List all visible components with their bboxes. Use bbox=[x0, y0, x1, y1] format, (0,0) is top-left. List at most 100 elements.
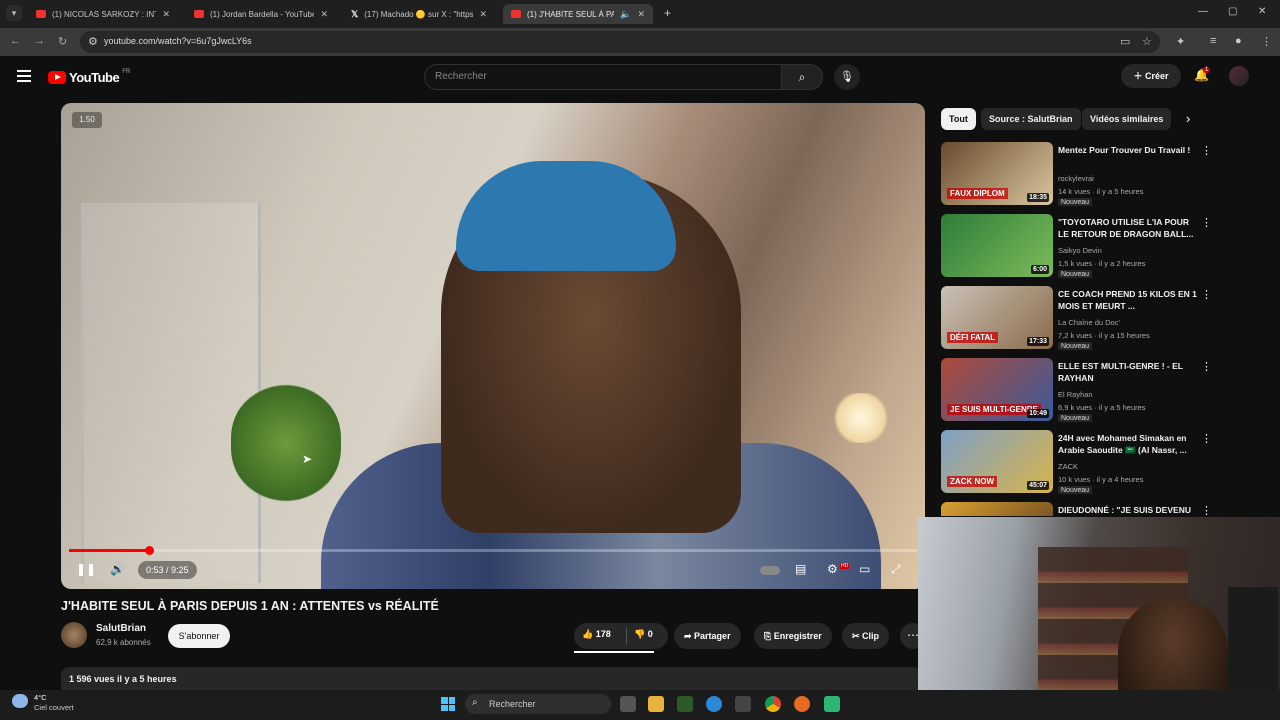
audio-playing-icon[interactable]: 🔈 bbox=[620, 9, 631, 20]
browser-tab[interactable]: 𝕏 (17) Machado 🟡 sur X : "https: ✕ bbox=[343, 4, 495, 24]
store-icon[interactable] bbox=[735, 696, 751, 712]
voice-search-button[interactable]: 🎙 bbox=[834, 64, 860, 90]
recommended-video[interactable]: 6:00 "TOYOTARO UTILISE L'IA POUR LE RETOU… bbox=[941, 214, 1211, 278]
close-tab-icon[interactable]: ✕ bbox=[479, 9, 487, 20]
browser-tab[interactable]: (1) NICOLAS SARKOZY : INTERV ✕ bbox=[28, 4, 178, 24]
profile-icon[interactable]: ● bbox=[1235, 35, 1242, 47]
create-button[interactable]: ＋ Créer bbox=[1121, 64, 1181, 88]
video-thumbnail[interactable] bbox=[941, 502, 1053, 516]
site-info-icon[interactable]: ⚙ bbox=[88, 35, 98, 48]
tab-label: (1) NICOLAS SARKOZY : INTERV bbox=[52, 9, 156, 19]
close-tab-icon[interactable]: ✕ bbox=[320, 9, 328, 20]
theater-mode-button[interactable]: ▭ bbox=[859, 562, 870, 576]
channel-name[interactable]: rockylevrai bbox=[1058, 174, 1094, 183]
filter-chip[interactable]: Source : SalutBrian bbox=[981, 108, 1081, 130]
video-thumbnail[interactable]: ZACK NOW 45:07 bbox=[941, 430, 1053, 493]
bookmark-star-icon[interactable]: ☆ bbox=[1142, 35, 1152, 48]
channel-name[interactable]: Saikyo Devin bbox=[1058, 246, 1102, 255]
settings-button[interactable]: ⚙ bbox=[827, 562, 838, 576]
video-player[interactable] bbox=[61, 103, 925, 589]
save-label: Enregistrer bbox=[773, 631, 822, 641]
autoplay-toggle[interactable] bbox=[760, 566, 780, 575]
maximize-button[interactable]: ▢ bbox=[1228, 6, 1237, 17]
video-title[interactable]: DIEUDONNÉ : "JE SUIS DEVENU bbox=[1058, 504, 1198, 516]
more-options-icon[interactable]: ⋮ bbox=[1201, 504, 1211, 516]
video-thumbnail[interactable]: DÉFI FATAL 17:33 bbox=[941, 286, 1053, 349]
clip-button[interactable]: ✂ Clip bbox=[842, 623, 890, 649]
youtube-logo[interactable]: YouTube FR bbox=[48, 69, 130, 85]
thumbnail-caption: ZACK NOW bbox=[947, 476, 997, 487]
close-window-button[interactable]: ✕ bbox=[1258, 6, 1266, 17]
thumbnail-caption: FAUX DIPLOM bbox=[947, 188, 1008, 199]
file-explorer-icon[interactable] bbox=[648, 696, 664, 712]
channel-name[interactable]: ZACK bbox=[1058, 462, 1078, 471]
more-options-icon[interactable]: ⋮ bbox=[1201, 216, 1211, 229]
reload-button[interactable]: ↻ bbox=[58, 35, 67, 48]
volume-button[interactable]: 🔊 bbox=[110, 562, 125, 576]
channel-name[interactable]: La Chaîne du Doc' bbox=[1058, 318, 1120, 327]
url-text[interactable]: youtube.com/watch?v=6u7gJwcLY6s bbox=[104, 36, 252, 46]
chevron-right-icon[interactable]: › bbox=[1186, 111, 1190, 126]
browser-menu-icon[interactable]: ⋮ bbox=[1261, 35, 1272, 48]
recommended-video[interactable]: JE SUIS MULTI-GENRE 10:49 ELLE EST MULTI-G… bbox=[941, 358, 1211, 422]
recommended-video[interactable]: FAUX DIPLOM 18:35 Mentez Pour Trouver Du T… bbox=[941, 142, 1211, 206]
more-options-icon[interactable]: ⋮ bbox=[1201, 144, 1211, 157]
tab-list-button[interactable]: ▾ bbox=[6, 5, 22, 21]
edge-icon[interactable] bbox=[706, 696, 722, 712]
recommended-video[interactable]: DIEUDONNÉ : "JE SUIS DEVENU ⋮ bbox=[941, 502, 1211, 516]
more-options-icon[interactable]: ⋮ bbox=[1201, 432, 1211, 445]
menu-icon[interactable] bbox=[17, 70, 31, 82]
tab-label: (17) Machado 🟡 sur X : "https: bbox=[364, 9, 474, 19]
video-title[interactable]: Mentez Pour Trouver Du Travail ! bbox=[1058, 144, 1198, 156]
chrome-icon[interactable] bbox=[765, 696, 781, 712]
filter-chip[interactable]: Tout bbox=[941, 108, 976, 130]
recommended-video[interactable]: DÉFI FATAL 17:33 CE COACH PREND 15 KILOS E… bbox=[941, 286, 1211, 350]
progress-bar[interactable] bbox=[69, 546, 917, 555]
channel-name[interactable]: El Rayhan bbox=[1058, 390, 1093, 399]
channel-avatar[interactable] bbox=[61, 622, 87, 648]
video-thumbnail[interactable]: 6:00 bbox=[941, 214, 1053, 277]
share-button[interactable]: ➦ Partager bbox=[674, 623, 741, 649]
scrubber-handle[interactable] bbox=[144, 546, 154, 555]
video-title[interactable]: "TOYOTARO UTILISE L'IA POUR LE RETOUR DE… bbox=[1058, 216, 1198, 240]
save-button[interactable]: ⎘ Enregistrer bbox=[754, 623, 832, 649]
windows-start-icon[interactable] bbox=[441, 697, 455, 711]
recommended-video[interactable]: ZACK NOW 45:07 24H avec Mohamed Simakan en… bbox=[941, 430, 1211, 494]
nvidia-icon[interactable] bbox=[677, 696, 693, 712]
cast-icon[interactable]: ▭ bbox=[1120, 35, 1130, 48]
back-button[interactable]: ← bbox=[10, 35, 21, 47]
search-button[interactable]: ⌕ bbox=[781, 64, 823, 90]
search-input[interactable]: Rechercher bbox=[424, 64, 782, 90]
forward-button[interactable]: → bbox=[34, 35, 45, 47]
firefox-icon[interactable] bbox=[794, 696, 810, 712]
video-thumbnail[interactable]: JE SUIS MULTI-GENRE 10:49 bbox=[941, 358, 1053, 421]
media-control-icon[interactable]: ≡ bbox=[1210, 35, 1216, 47]
video-title[interactable]: CE COACH PREND 15 KILOS EN 1 MOIS ET MEU… bbox=[1058, 288, 1198, 312]
video-title[interactable]: 24H avec Mohamed Simakan en Arabie Saoud… bbox=[1058, 432, 1198, 456]
account-avatar[interactable] bbox=[1229, 66, 1249, 86]
gear-icon: ⚙ bbox=[827, 562, 838, 576]
fullscreen-button[interactable]: ⤢ bbox=[891, 562, 901, 577]
browser-tab[interactable]: (1) J'HABITE SEUL À PARIS D 🔈 ✕ bbox=[503, 4, 653, 24]
subtitles-button[interactable]: ▤ bbox=[795, 562, 806, 576]
taskbar-search[interactable]: Rechercher bbox=[465, 694, 611, 714]
video-title[interactable]: ELLE EST MULTI-GENRE ! - EL RAYHAN bbox=[1058, 360, 1198, 384]
filter-chip[interactable]: Vidéos similaires bbox=[1082, 108, 1172, 130]
close-tab-icon[interactable]: ✕ bbox=[637, 9, 645, 20]
more-options-icon[interactable]: ⋮ bbox=[1201, 360, 1211, 373]
video-meta: 14 k vues · il y a 5 heures bbox=[1058, 187, 1144, 196]
subscribe-button[interactable]: S'abonner bbox=[168, 624, 230, 648]
minimize-button[interactable]: — bbox=[1198, 6, 1208, 17]
close-tab-icon[interactable]: ✕ bbox=[162, 9, 170, 20]
extensions-icon[interactable]: ✦ bbox=[1176, 35, 1185, 48]
channel-name[interactable]: SalutBrian bbox=[96, 623, 146, 634]
app-icon[interactable] bbox=[824, 696, 840, 712]
more-options-icon[interactable]: ⋮ bbox=[1201, 288, 1211, 301]
dislike-button[interactable]: 👎 0 bbox=[634, 629, 653, 640]
video-thumbnail[interactable]: FAUX DIPLOM 18:35 bbox=[941, 142, 1053, 205]
pause-button[interactable]: ❚❚ bbox=[76, 562, 96, 576]
like-button[interactable]: 👍 178 bbox=[582, 629, 611, 640]
task-view-icon[interactable] bbox=[620, 696, 636, 712]
new-tab-button[interactable]: + bbox=[664, 6, 671, 20]
browser-tab[interactable]: (1) Jordan Bardella - YouTube ✕ bbox=[186, 4, 336, 24]
